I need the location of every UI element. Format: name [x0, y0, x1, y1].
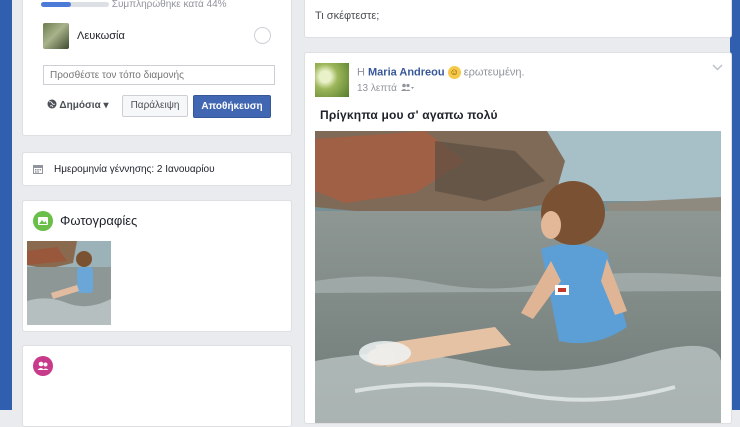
skip-button[interactable]: Παράλειψη	[122, 95, 188, 117]
progress-bar	[41, 1, 109, 7]
friends-audience-icon[interactable]	[400, 83, 414, 94]
progress-fill	[41, 1, 71, 7]
birthday-card: Ημερομηνία γέννησης: 2 Ιανουαρίου	[22, 152, 292, 186]
post-prefix: Η	[357, 66, 365, 79]
window-frame-left	[0, 0, 12, 410]
feed-post: Η Maria Andreou ☺ ερωτευμένη. 13 λεπτά Π…	[304, 52, 732, 424]
friends-card	[22, 345, 292, 427]
status-composer[interactable]: Τι σκέφτεστε;	[304, 0, 732, 38]
privacy-selector[interactable]: Δημόσια ▾	[47, 99, 109, 111]
place-name: Λευκωσία	[77, 30, 125, 42]
place-thumbnail	[43, 23, 69, 49]
progress-text: Συμπληρώθηκε κατά 44%	[111, 0, 227, 10]
author-avatar[interactable]	[315, 63, 349, 97]
caret-down-icon: ▾	[103, 100, 109, 111]
calendar-icon	[33, 164, 43, 174]
post-photo[interactable]	[315, 131, 721, 423]
chevron-down-icon[interactable]	[712, 63, 723, 74]
post-header: Η Maria Andreou ☺ ερωτευμένη.	[357, 66, 525, 79]
post-time[interactable]: 13 λεπτά	[357, 83, 397, 94]
photos-icon	[33, 211, 53, 231]
privacy-label: Δημόσια	[59, 100, 101, 111]
feeling-text: ερωτευμένη.	[463, 66, 525, 79]
intro-actions: Δημόσια ▾ Παράλειψη Αποθήκευση	[43, 95, 277, 118]
smiley-icon: ☺	[447, 66, 461, 79]
globe-icon	[47, 99, 59, 111]
photos-card: Φωτογραφίες	[22, 200, 292, 332]
birthday-text: Ημερομηνία γέννησης: 2 Ιανουαρίου	[54, 164, 215, 175]
post-text: Πρίγκηπα μου σ' αγαπω πολύ	[320, 108, 498, 122]
intro-card: Συμπληρώθηκε κατά 44% Λευκωσία Δημόσια ▾…	[22, 0, 292, 136]
photos-title[interactable]: Φωτογραφίες	[60, 213, 137, 228]
place-suggestion[interactable]: Λευκωσία	[43, 23, 271, 49]
place-radio[interactable]	[254, 27, 271, 44]
photo-thumbnail[interactable]	[27, 241, 111, 325]
profile-progress: Συμπληρώθηκε κατά 44%	[41, 0, 227, 10]
composer-placeholder[interactable]: Τι σκέφτεστε;	[315, 10, 379, 22]
post-meta: 13 λεπτά	[357, 83, 414, 94]
friends-icon	[33, 356, 53, 376]
residence-input[interactable]	[43, 65, 275, 85]
author-name[interactable]: Maria Andreou	[368, 66, 445, 78]
save-button[interactable]: Αποθήκευση	[193, 95, 271, 118]
